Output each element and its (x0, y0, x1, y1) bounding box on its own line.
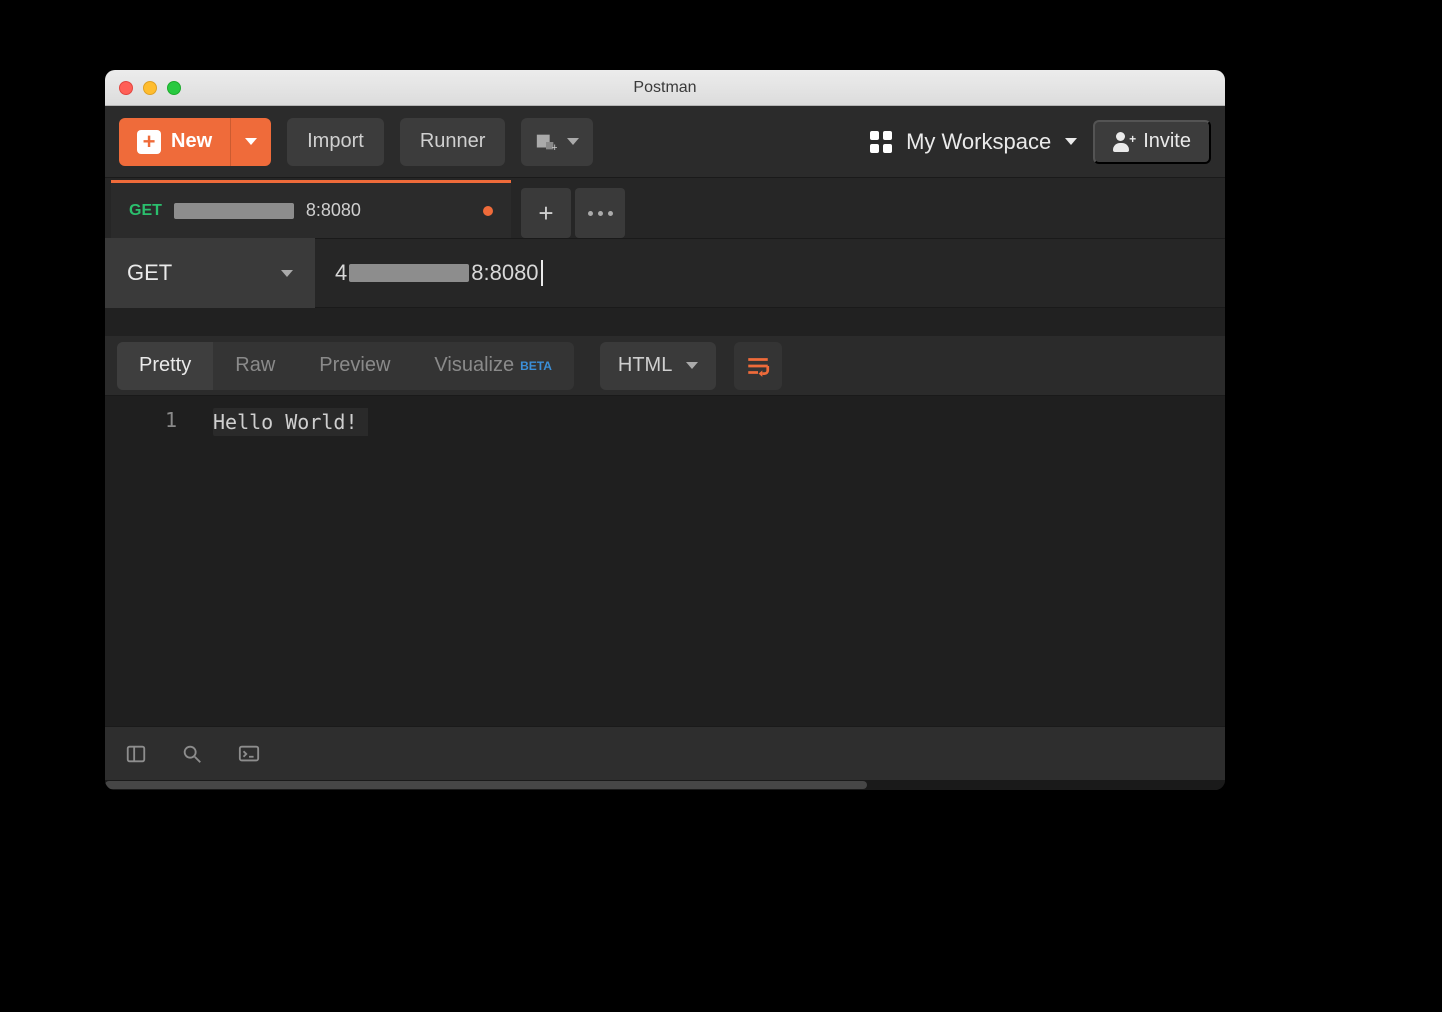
runner-button[interactable]: Runner (400, 118, 506, 166)
response-format-select[interactable]: HTML (600, 342, 716, 390)
url-redacted-host (349, 264, 469, 282)
chevron-down-icon (1065, 138, 1077, 145)
view-tab-preview[interactable]: Preview (297, 342, 412, 390)
http-method-value: GET (127, 260, 172, 286)
response-toolbar: Pretty Raw Preview Visualize BETA HTML (105, 336, 1225, 396)
capture-icon: + (535, 131, 557, 153)
request-tab[interactable]: GET 8:8080 (111, 180, 511, 238)
view-tab-visualize-label: Visualize (434, 354, 514, 377)
new-dropdown-button[interactable] (230, 118, 271, 166)
unsaved-indicator-icon (483, 206, 493, 216)
find-button[interactable] (181, 743, 203, 765)
workspace-switcher[interactable]: My Workspace (870, 129, 1077, 155)
new-button-label: New (171, 130, 212, 153)
new-button[interactable]: + New (119, 118, 230, 166)
invite-label: Invite (1143, 130, 1191, 153)
wrap-lines-button[interactable] (734, 342, 782, 390)
import-button[interactable]: Import (287, 118, 384, 166)
status-bar (105, 726, 1225, 780)
request-builder-row: GET 4 8:8080 (105, 238, 1225, 308)
chevron-down-icon (245, 138, 257, 145)
horizontal-scrollbar[interactable] (105, 780, 1225, 790)
plus-icon: + (137, 130, 161, 154)
window-title: Postman (105, 79, 1225, 97)
titlebar: Postman (105, 70, 1225, 106)
capture-button[interactable]: + (521, 118, 593, 166)
view-tab-raw[interactable]: Raw (213, 342, 297, 390)
chevron-down-icon (567, 138, 579, 145)
line-number-gutter: 1 (105, 396, 195, 726)
text-cursor (541, 260, 543, 286)
response-format-value: HTML (618, 354, 672, 377)
line-number: 1 (105, 408, 177, 432)
url-text-suffix: 8:8080 (471, 260, 538, 286)
chevron-down-icon (281, 270, 293, 277)
svg-text:+: + (552, 142, 558, 153)
person-add-icon: + (1113, 132, 1133, 152)
console-icon (237, 743, 261, 765)
main-toolbar: + New Import Runner + My Workspace + Inv… (105, 106, 1225, 178)
invite-button[interactable]: + Invite (1093, 120, 1211, 164)
beta-badge: BETA (520, 359, 552, 373)
tab-options-button[interactable] (575, 188, 625, 238)
workspace-icon (870, 131, 892, 153)
response-line: Hello World! (213, 408, 368, 436)
view-tab-pretty[interactable]: Pretty (117, 342, 213, 390)
tab-method: GET (129, 202, 162, 220)
response-view-tabs: Pretty Raw Preview Visualize BETA (117, 342, 574, 390)
view-tab-visualize[interactable]: Visualize BETA (412, 342, 573, 390)
console-button[interactable] (237, 743, 261, 765)
chevron-down-icon (686, 362, 698, 369)
app-window: Postman + New Import Runner + My Workspa… (105, 70, 1225, 790)
panel-icon (125, 743, 147, 765)
response-body-viewer[interactable]: 1 Hello World! (105, 396, 1225, 726)
url-input[interactable]: 4 8:8080 (315, 238, 1225, 308)
new-tab-button[interactable]: + (521, 188, 571, 238)
scrollbar-thumb[interactable] (105, 781, 867, 789)
tab-redacted-host (174, 203, 294, 219)
url-text-prefix: 4 (335, 260, 347, 286)
new-button-group: + New (119, 118, 271, 166)
workspace-name: My Workspace (906, 129, 1051, 155)
ellipsis-icon (588, 211, 613, 216)
request-tab-bar: GET 8:8080 + (105, 178, 1225, 238)
tab-label-suffix: 8:8080 (306, 200, 361, 221)
response-body-code: Hello World! (195, 396, 1225, 726)
wrap-icon (745, 353, 771, 379)
search-icon (181, 743, 203, 765)
sidebar-toggle-button[interactable] (125, 743, 147, 765)
http-method-select[interactable]: GET (105, 238, 315, 308)
